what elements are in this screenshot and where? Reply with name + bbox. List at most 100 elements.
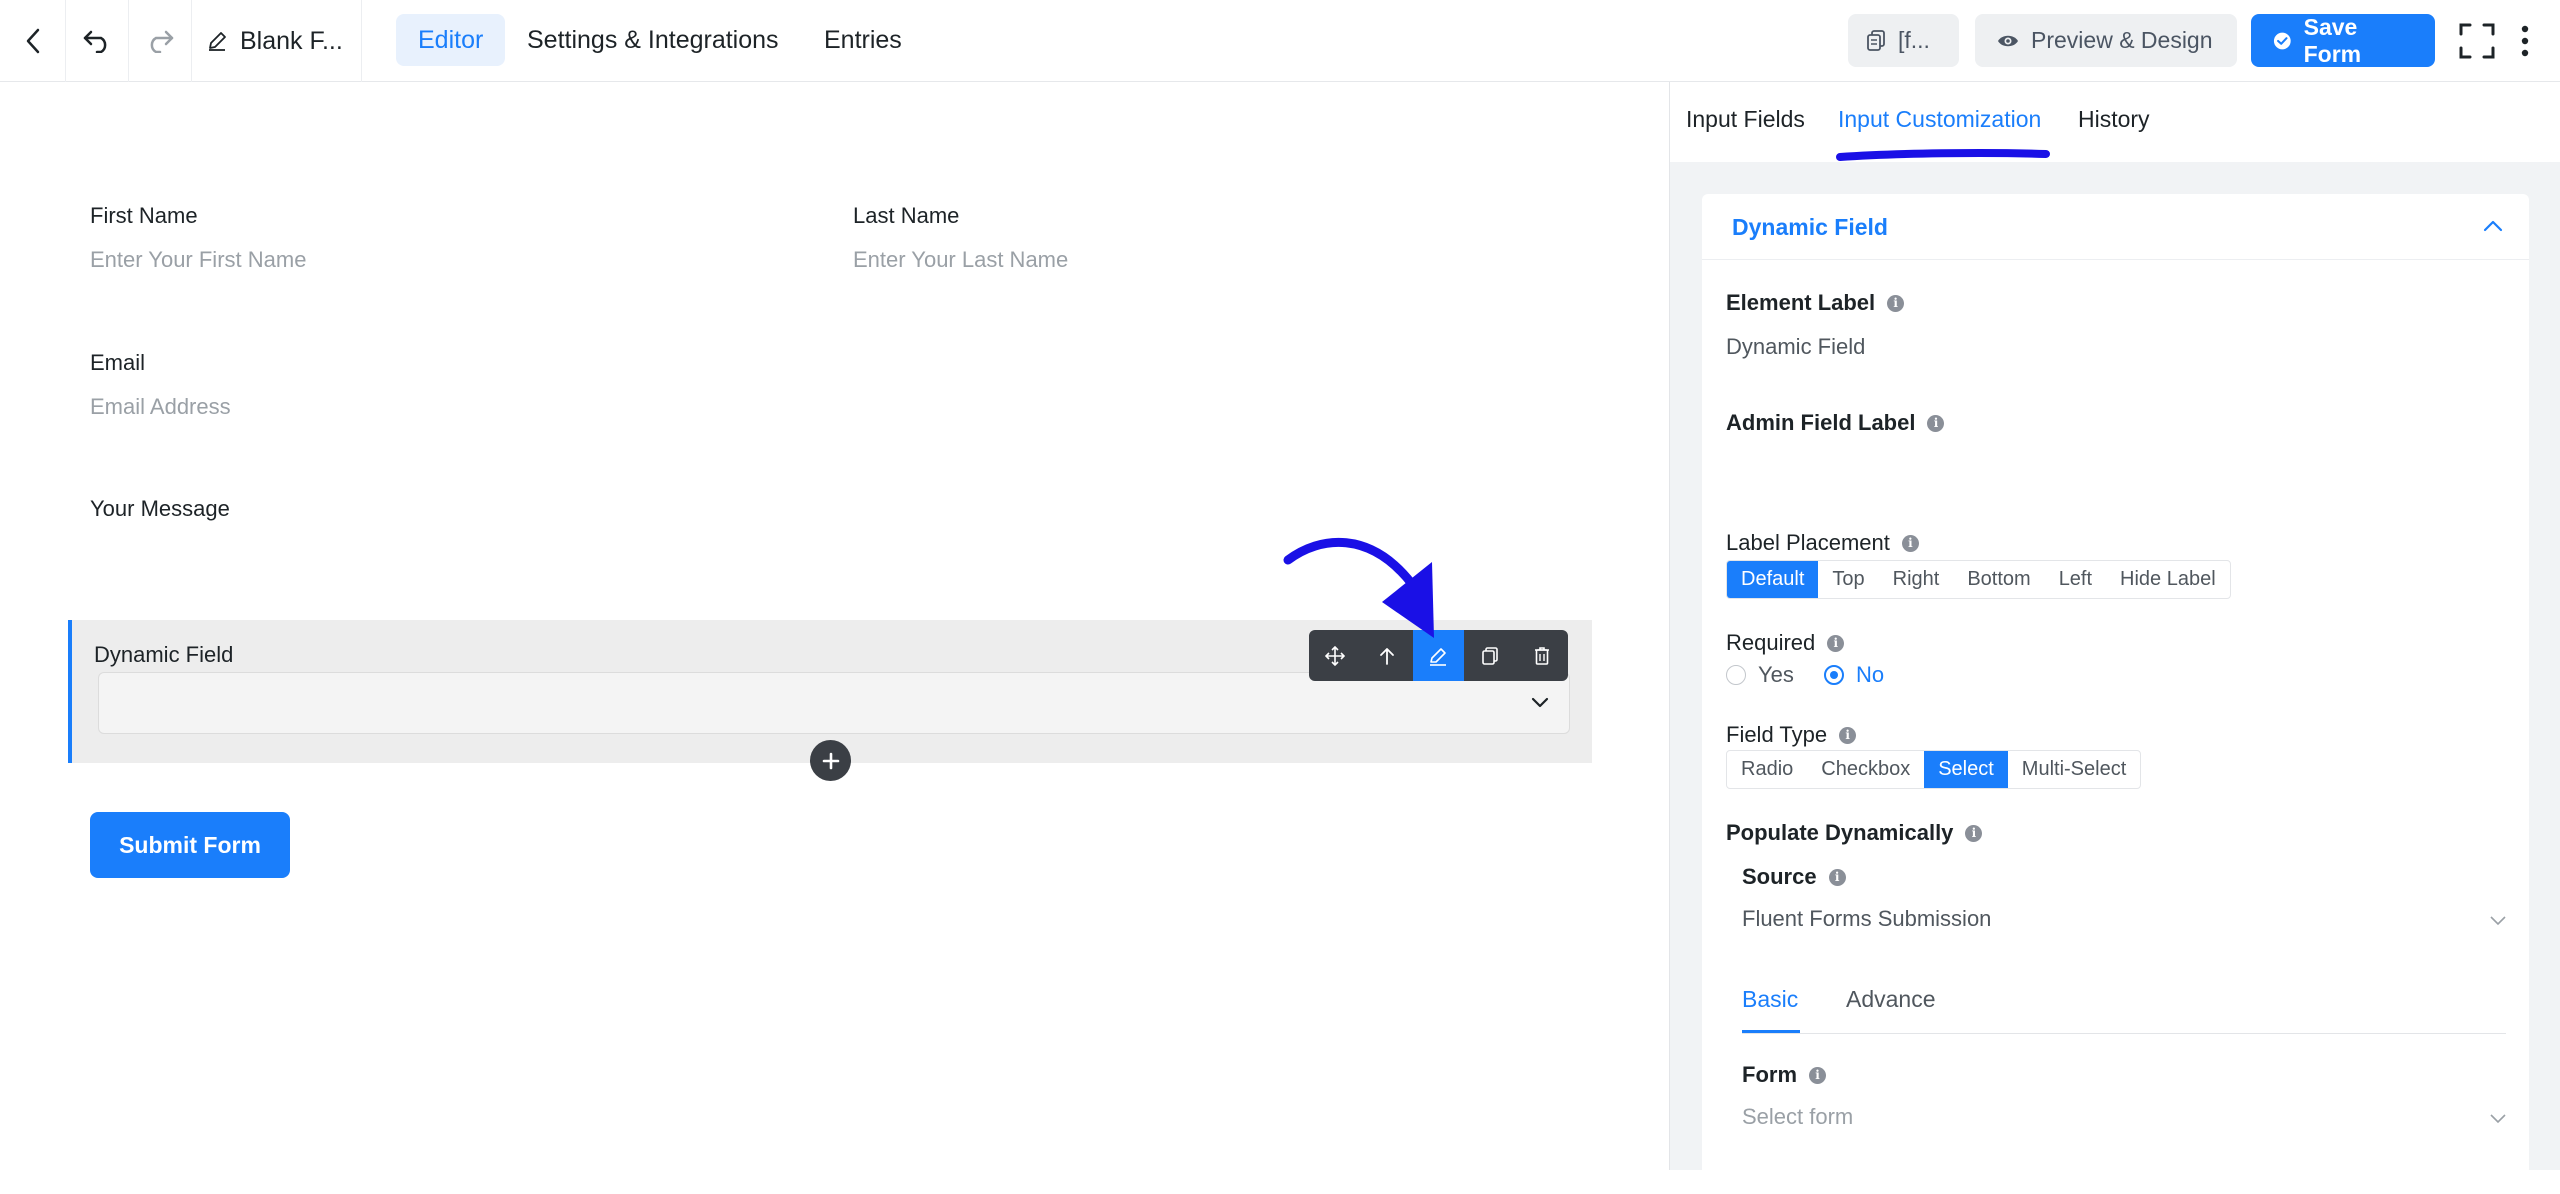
placement-option-default[interactable]: Default [1727, 561, 1819, 598]
source-select-value: Fluent Forms Submission [1742, 906, 1992, 931]
source-text: Source [1742, 864, 1817, 889]
tab-settings-integrations[interactable]: Settings & Integrations [505, 14, 801, 66]
tab-editor[interactable]: Editor [396, 14, 506, 66]
save-form-text: Save Form [2303, 13, 2362, 67]
section-header[interactable]: Dynamic Field [1702, 194, 2529, 260]
email-input[interactable]: Email Address [90, 394, 231, 420]
required-heading: Required i [1726, 630, 1845, 656]
required-option-no[interactable]: No [1824, 662, 1884, 688]
annotation-arrow-icon [1283, 537, 1434, 638]
info-icon: i [1901, 534, 1919, 552]
label-placement-options: Default Top Right Bottom Left Hide Label [1726, 560, 2231, 599]
first-name-input[interactable]: Enter Your First Name [90, 247, 306, 273]
form-select-placeholder: Select form [1742, 1104, 1854, 1129]
info-icon: i [1927, 414, 1945, 432]
field-type-option-checkbox[interactable]: Checkbox [1807, 751, 1924, 788]
back-button[interactable] [0, 0, 66, 82]
pencil-icon [209, 32, 226, 51]
field-type-option-multi-select[interactable]: Multi-Select [2008, 751, 2140, 788]
element-label-heading: Element Label i [1726, 290, 1905, 316]
email-label: Email [90, 350, 146, 375]
fullscreen-button[interactable] [2452, 0, 2502, 82]
panel-tabs: Input Fields Input Customization History [1670, 82, 2560, 162]
radio-checked-icon [1824, 665, 1844, 685]
form-heading-text: Form [1742, 1062, 1797, 1087]
admin-field-label-input[interactable] [1726, 454, 2506, 494]
tab-input-customization[interactable]: Input Customization [1838, 106, 2041, 133]
placement-option-bottom[interactable]: Bottom [1953, 561, 2044, 598]
populate-dynamically-heading: Populate Dynamically i [1726, 820, 1983, 846]
arrow-up-icon [1379, 647, 1394, 665]
delete-field-button[interactable] [1516, 630, 1568, 681]
form-select[interactable]: Select form [1742, 1092, 2506, 1142]
copy-icon [1482, 646, 1499, 665]
eye-icon [1998, 35, 2018, 46]
chevron-up-icon [2483, 220, 2503, 232]
form-title-text: Blank F... [240, 26, 343, 55]
placement-option-top[interactable]: Top [1818, 561, 1878, 598]
tab-history[interactable]: History [2078, 106, 2150, 133]
placement-option-hide-label[interactable]: Hide Label [2106, 561, 2230, 598]
more-options-button[interactable] [2505, 0, 2545, 82]
info-icon: i [1827, 634, 1845, 652]
form-canvas: First Name Enter Your First Name Last Na… [0, 82, 1669, 1170]
sub-tab-advance[interactable]: Advance [1846, 986, 1936, 1013]
source-sub-tabs: Basic Advance [1742, 978, 2506, 1034]
field-type-heading: Field Type i [1726, 722, 1857, 748]
plus-icon [822, 752, 839, 769]
redo-icon [150, 30, 174, 53]
source-heading: Source i [1742, 864, 1846, 890]
active-tab-underline-icon [1836, 149, 2050, 161]
label-placement-text: Label Placement [1726, 530, 1890, 555]
radio-unchecked-icon [1726, 665, 1746, 685]
check-circle-icon [2273, 32, 2291, 49]
tab-input-fields[interactable]: Input Fields [1686, 106, 1805, 133]
dynamic-field-settings-card: Dynamic Field Element Label i Dynamic Fi… [1702, 194, 2529, 1194]
tab-entries[interactable]: Entries [802, 14, 924, 66]
info-icon: i [1809, 1066, 1826, 1084]
pencil-icon [1430, 647, 1447, 666]
section-title: Dynamic Field [1732, 214, 1888, 240]
move-icon [1324, 645, 1345, 666]
chevron-down-icon [2490, 916, 2506, 926]
last-name-label: Last Name [853, 203, 960, 228]
placement-option-right[interactable]: Right [1879, 561, 1954, 598]
tab-editor-label: Editor [418, 25, 484, 54]
info-icon: i [1839, 726, 1857, 744]
populate-dynamically-text: Populate Dynamically [1726, 820, 1954, 845]
field-type-option-radio[interactable]: Radio [1727, 751, 1807, 788]
element-label-text: Element Label [1726, 290, 1876, 315]
source-select[interactable]: Fluent Forms Submission [1742, 894, 2506, 944]
info-icon: i [1965, 824, 1983, 842]
dynamic-field-label: Dynamic Field [94, 642, 234, 667]
shortcode-text: [f... [1898, 27, 1930, 53]
add-field-button[interactable] [810, 740, 851, 781]
submit-form-button[interactable]: Submit Form [90, 812, 290, 878]
shortcode-button[interactable]: [f... [1848, 14, 1959, 67]
required-no-label: No [1856, 662, 1885, 687]
chevron-down-icon [1531, 697, 1549, 708]
element-label-input[interactable]: Dynamic Field [1726, 334, 1865, 360]
chevron-down-icon [2490, 1114, 2506, 1124]
required-yes-label: Yes [1758, 662, 1794, 687]
submit-form-text: Submit Form [119, 831, 261, 858]
form-heading: Form i [1742, 1062, 1826, 1088]
save-form-button[interactable]: Save Form [2251, 14, 2435, 67]
required-option-yes[interactable]: Yes [1726, 662, 1794, 688]
redo-button[interactable] [129, 0, 192, 82]
trash-icon [1535, 646, 1550, 665]
form-title[interactable]: Blank F... [192, 0, 362, 82]
tab-entries-label: Entries [824, 25, 902, 54]
dynamic-field-select[interactable] [98, 672, 1570, 734]
settings-panel: Input Fields Input Customization History… [1669, 82, 2560, 1194]
undo-button[interactable] [66, 0, 129, 82]
last-name-input[interactable]: Enter Your Last Name [853, 247, 1068, 273]
sub-tab-basic[interactable]: Basic [1742, 986, 1798, 1013]
preview-design-text: Preview & Design [2031, 27, 2213, 53]
field-type-option-select[interactable]: Select [1924, 751, 2008, 788]
placement-option-left[interactable]: Left [2045, 561, 2106, 598]
preview-design-button[interactable]: Preview & Design [1975, 14, 2237, 67]
top-bar: Blank F... Editor Settings & Integration… [0, 0, 2560, 82]
admin-field-label-heading: Admin Field Label i [1726, 410, 1945, 436]
duplicate-field-button[interactable] [1464, 630, 1516, 681]
